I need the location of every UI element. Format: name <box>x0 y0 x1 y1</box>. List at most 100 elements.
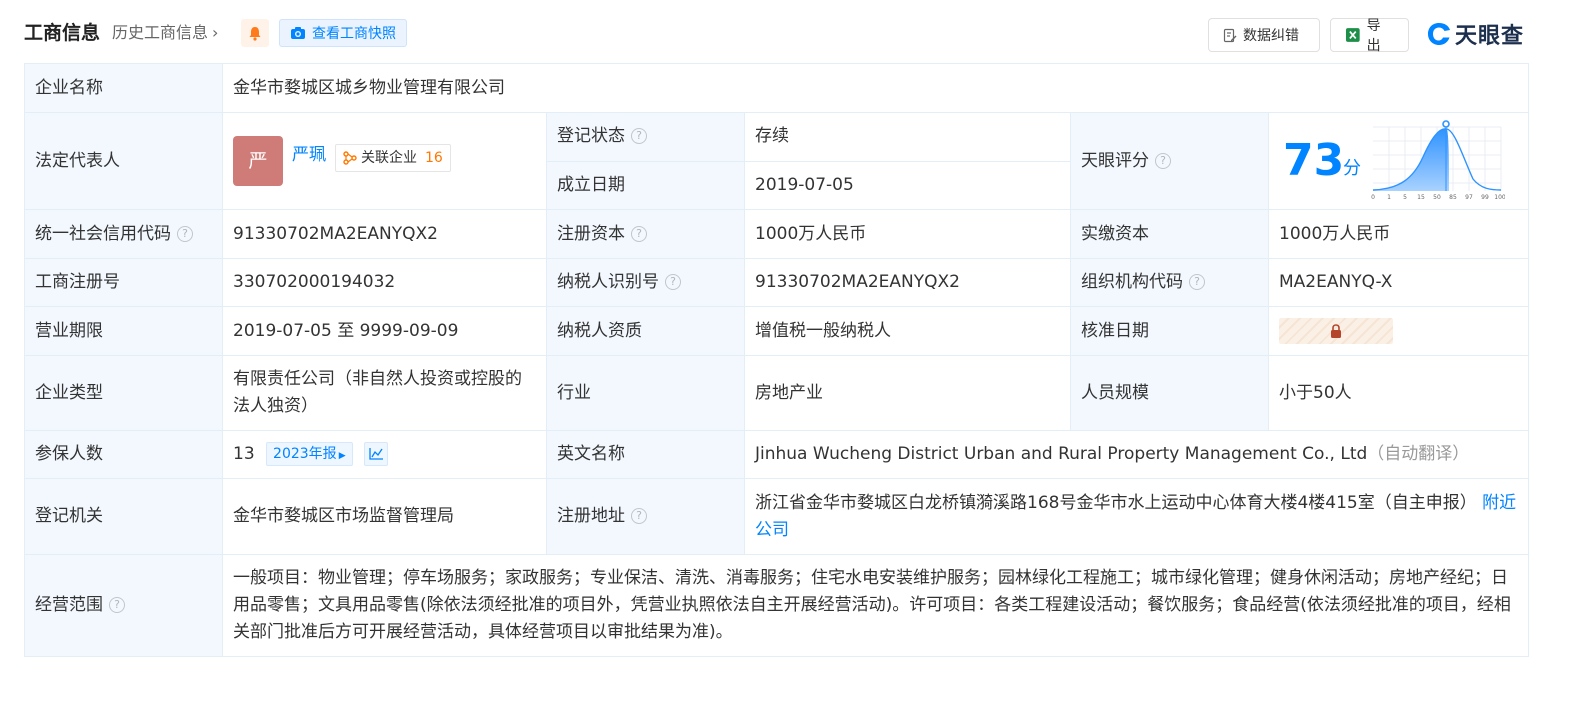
authority: 金华市婺城区市场监督管理局 <box>222 478 547 555</box>
reg-status-label: 登记状态 <box>557 126 625 147</box>
snapshot-button[interactable]: 查看工商快照 <box>279 19 407 47</box>
scope-label: 经营范围 <box>35 595 103 615</box>
help-icon[interactable]: ? <box>631 225 647 242</box>
score-cell[interactable]: 73 分 0 1 5 15 50 85 97 99 100 <box>1267 112 1530 210</box>
company-name-label: 企业名称 <box>24 63 223 113</box>
table-row: 参保人数 13 2023年报 ▶ 英文名称 Jinhua Wucheng Dist… <box>24 430 1530 479</box>
insured-cell: 13 2023年报 ▶ <box>222 430 547 479</box>
history-info-link[interactable]: 历史工商信息 › <box>112 21 218 45</box>
help-icon[interactable]: ? <box>177 225 193 242</box>
auto-translate-note: （自动翻译） <box>1367 444 1470 464</box>
caret-right-icon: ▶ <box>338 451 346 461</box>
data-correct-label: 数据纠错 <box>1243 28 1299 44</box>
annual-report-badge[interactable]: 2023年报 ▶ <box>266 442 353 466</box>
org-code-label: 组织机构代码 <box>1081 272 1183 292</box>
reg-capital-label: 注册资本 <box>557 223 625 244</box>
locked-value[interactable] <box>1279 318 1393 344</box>
score-tick: 50 <box>1433 194 1441 201</box>
help-icon[interactable]: ? <box>665 274 681 290</box>
score-label: 天眼评分 <box>1081 150 1149 171</box>
scope-label-cell: 经营范围? <box>24 554 223 657</box>
insured-count: 13 <box>233 444 255 464</box>
found-date: 2019-07-05 <box>744 160 1071 210</box>
english-name-label: 英文名称 <box>546 430 745 479</box>
industry: 房地产业 <box>744 355 1071 431</box>
reg-capital-label-cell: 注册资本? <box>546 209 745 259</box>
staff-size-label: 人员规模 <box>1070 355 1269 431</box>
section-title: 工商信息 <box>24 22 101 44</box>
network-icon <box>343 151 357 165</box>
term-label: 营业期限 <box>24 306 223 356</box>
address-label: 注册地址 <box>557 506 625 526</box>
company-type: 有限责任公司（非自然人投资或控股的法人独资） <box>222 355 547 431</box>
data-correct-button[interactable]: 数据纠错 <box>1208 18 1320 52</box>
reg-status: 存续 <box>744 112 1071 162</box>
credit-code: 91330702MA2EANYQX2 <box>222 209 547 259</box>
taxpayer-qual-label: 纳税人资质 <box>546 306 745 356</box>
related-count: 16 <box>425 149 443 166</box>
found-date-label: 成立日期 <box>546 160 745 210</box>
score-label-cell: 天眼评分? <box>1070 112 1269 210</box>
table-row: 企业类型 有限责任公司（非自然人投资或控股的法人独资） 行业 房地产业 人员规模… <box>24 355 1530 431</box>
avatar[interactable]: 严 <box>233 136 283 186</box>
approve-date-cell <box>1267 306 1530 356</box>
line-chart-icon <box>369 448 384 460</box>
score-tick: 99 <box>1481 194 1489 201</box>
legal-rep-name-link[interactable]: 严珮 <box>292 142 326 169</box>
staff-size: 小于50人 <box>1267 355 1530 431</box>
export-label: 导出 <box>1366 18 1381 54</box>
score-tick: 97 <box>1465 194 1473 201</box>
bell-icon <box>249 26 261 41</box>
score-value: 73 <box>1283 135 1345 186</box>
export-button[interactable]: 导出 <box>1330 18 1409 54</box>
score-unit: 分 <box>1343 158 1361 179</box>
logo-eye-icon <box>1428 23 1450 45</box>
reg-status-label-cell: 登记状态? <box>546 112 745 162</box>
score-tick: 5 <box>1403 194 1407 201</box>
taxpayer-qual: 增值税一般纳税人 <box>744 306 1071 356</box>
edit-doc-icon <box>1223 28 1237 42</box>
help-icon[interactable]: ? <box>109 597 125 613</box>
history-info-label: 历史工商信息 <box>112 23 209 42</box>
annual-report-label: 2023年报 <box>273 446 337 462</box>
score-distribution-chart: 0 1 5 15 50 85 97 99 100 <box>1371 120 1505 201</box>
reg-capital: 1000万人民币 <box>744 209 1071 259</box>
business-info-table: 企业名称 金华市婺城区城乡物业管理有限公司 法定代表人 严 严珮 关联企业 16 <box>24 63 1530 657</box>
trend-chart-button[interactable] <box>364 442 389 466</box>
snapshot-label: 查看工商快照 <box>312 26 396 42</box>
help-icon[interactable]: ? <box>631 508 647 524</box>
help-icon[interactable]: ? <box>1155 152 1171 169</box>
address-cell: 浙江省金华市婺城区白龙桥镇漪溪路168号金华市水上运动中心体育大楼4楼415室（… <box>743 478 1530 555</box>
table-row: 经营范围? 一般项目：物业管理；停车场服务；家政服务；专业保洁、清洗、消毒服务；… <box>24 554 1530 657</box>
taxpayer-id-label: 纳税人识别号 <box>557 272 659 292</box>
table-row: 登记机关 金华市婺城区市场监督管理局 注册地址? 浙江省金华市婺城区白龙桥镇漪溪… <box>24 478 1530 555</box>
english-name-cell: Jinhua Wucheng District Urban and Rural … <box>743 430 1530 479</box>
insured-label: 参保人数 <box>24 430 223 479</box>
score-tick: 0 <box>1371 194 1375 201</box>
table-row: 工商注册号 330702000194032 纳税人识别号? 91330702MA… <box>24 258 1530 307</box>
english-name: Jinhua Wucheng District Urban and Rural … <box>755 444 1368 464</box>
excel-icon <box>1345 28 1360 42</box>
logo-text: 天眼查 <box>1455 24 1525 49</box>
notification-button[interactable] <box>241 19 269 47</box>
chevron-right-icon: › <box>212 23 219 42</box>
address: 浙江省金华市婺城区白龙桥镇漪溪路168号金华市水上运动中心体育大楼4楼415室（… <box>755 492 1477 513</box>
company-name: 金华市婺城区城乡物业管理有限公司 <box>221 63 1530 113</box>
company-type-label: 企业类型 <box>24 355 223 431</box>
business-scope: 一般项目：物业管理；停车场服务；家政服务；专业保洁、清洗、消毒服务；住宅水电安装… <box>221 554 1530 657</box>
help-icon[interactable]: ? <box>631 128 647 145</box>
term: 2019-07-05 至 9999-09-09 <box>222 306 547 356</box>
address-label-cell: 注册地址? <box>546 478 745 555</box>
reg-no-label: 工商注册号 <box>24 258 223 307</box>
related-label: 关联企业 <box>361 149 417 166</box>
paid-capital: 1000万人民币 <box>1267 209 1530 259</box>
reg-no: 330702000194032 <box>222 258 547 307</box>
help-icon[interactable]: ? <box>1189 274 1205 290</box>
table-row: 法定代表人 严 严珮 关联企业 16 登记状态? 存续 天眼评分 ? 73 分 … <box>24 112 1530 210</box>
table-row: 企业名称 金华市婺城区城乡物业管理有限公司 <box>24 63 1530 113</box>
score-tick: 100 <box>1494 194 1505 201</box>
approve-date-label: 核准日期 <box>1070 306 1269 356</box>
table-row: 营业期限 2019-07-05 至 9999-09-09 纳税人资质 增值税一般… <box>24 306 1530 356</box>
related-companies-button[interactable]: 关联企业 16 <box>335 144 451 172</box>
authority-label: 登记机关 <box>24 478 223 555</box>
